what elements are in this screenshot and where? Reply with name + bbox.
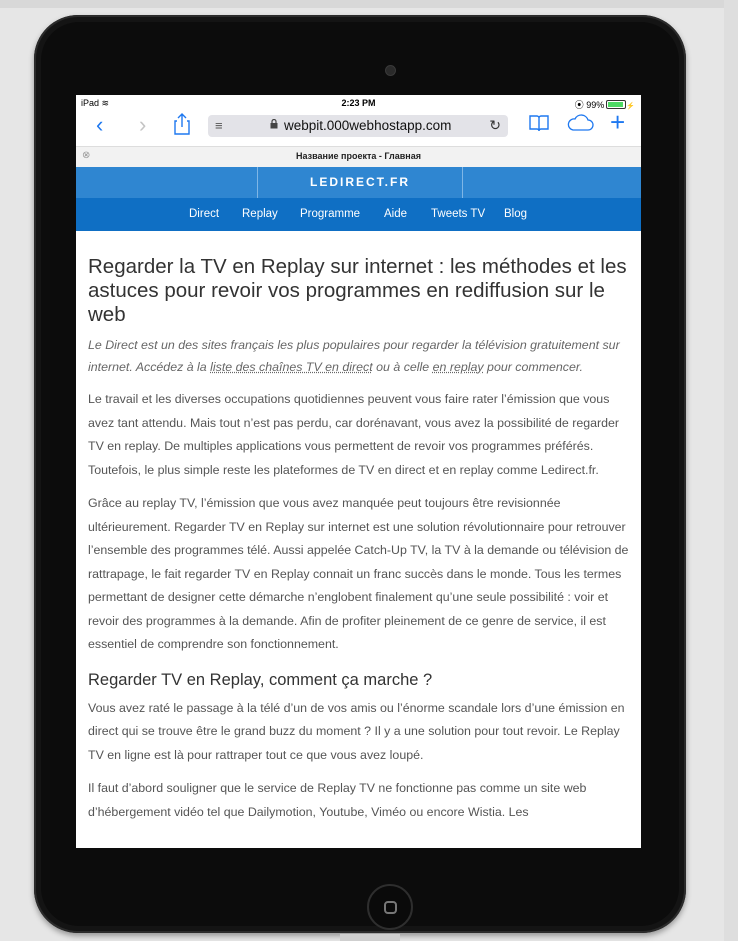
section-heading: Regarder TV en Replay, comment ça marche… (88, 670, 433, 689)
lock-icon (270, 118, 278, 132)
logo-box[interactable]: LEDIRECT.FR (257, 167, 463, 198)
background-top (0, 0, 738, 8)
cloud-icon[interactable] (566, 114, 594, 136)
url-text: webpit.000webhostapp.com (284, 118, 452, 133)
intro-text-2: ou à celle (372, 360, 433, 374)
home-square-icon (384, 901, 397, 914)
battery-percent: 99% (586, 100, 605, 110)
nav-aide[interactable]: Aide (384, 208, 407, 220)
nav-tweets-tv[interactable]: Tweets TV (431, 208, 485, 220)
ipad-screen: iPad ≋ 2:23 PM ⦿ 99% ⚡ ‹ › ≡ webpit.000we… (76, 95, 641, 848)
article-title: Regarder la TV en Replay sur internet : … (88, 255, 627, 326)
status-time: 2:23 PM (341, 98, 376, 108)
paragraph-1: Le travail et les diverses occupations q… (88, 392, 620, 477)
paragraph-4: Il faut d’abord souligner que le service… (88, 781, 587, 819)
nav-blog[interactable]: Blog (504, 208, 527, 220)
tab-title[interactable]: Название проекта - Главная (76, 151, 641, 161)
site-header: LEDIRECT.FR (76, 167, 641, 198)
nav-programme[interactable]: Programme (300, 208, 360, 220)
link-chaines-direct[interactable]: liste des chaînes TV en direct (210, 360, 373, 374)
paragraph-2: Grâce au replay TV, l’émission que vous … (88, 496, 629, 651)
desk-strip (340, 934, 400, 941)
status-bar: iPad ≋ 2:23 PM ⦿ 99% ⚡ (76, 95, 641, 111)
article-intro: Le Direct est un des sites français les … (88, 334, 633, 378)
link-replay[interactable]: en replay (433, 360, 484, 374)
charging-icon: ⚡ (626, 103, 635, 110)
reload-icon[interactable]: ↻ (489, 117, 501, 134)
orientation-lock-icon: ⦿ (574, 100, 584, 110)
intro-text-3: pour commencer. (483, 360, 584, 374)
site-nav: Direct Replay Programme Aide Tweets TV B… (76, 198, 641, 231)
home-button[interactable] (367, 884, 413, 930)
nav-replay[interactable]: Replay (242, 208, 278, 220)
bookmarks-icon[interactable] (529, 113, 549, 137)
forward-icon[interactable]: › (139, 114, 146, 136)
tab-bar: ⊗ Название проекта - Главная (76, 146, 641, 168)
share-icon[interactable] (174, 113, 190, 139)
status-right: ⦿ 99% ⚡ (575, 98, 635, 111)
camera-icon (385, 65, 396, 76)
back-icon[interactable]: ‹ (96, 114, 103, 136)
paragraph-3: Vous avez raté le passage à la télé d’un… (88, 700, 625, 762)
new-tab-icon[interactable]: + (610, 109, 625, 135)
background-right (724, 0, 738, 941)
reader-icon[interactable]: ≡ (215, 118, 223, 133)
site-logo[interactable]: LEDIRECT.FR (258, 175, 462, 189)
address-bar[interactable]: ≡ webpit.000webhostapp.com ↻ (208, 115, 508, 137)
article: Regarder la TV en Replay sur internet : … (88, 255, 633, 824)
safari-toolbar: ‹ › ≡ webpit.000webhostapp.com ↻ + (76, 109, 641, 141)
nav-direct[interactable]: Direct (189, 208, 219, 220)
